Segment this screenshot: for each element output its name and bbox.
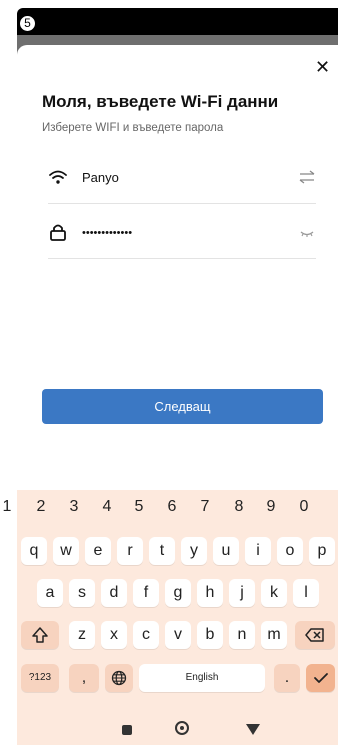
key-l[interactable]: l <box>293 579 319 607</box>
key-m[interactable]: m <box>261 621 287 649</box>
wifi-network-row[interactable]: Panyo <box>48 163 316 204</box>
key-0[interactable]: 0 <box>294 498 314 516</box>
back-square-icon[interactable] <box>122 725 132 735</box>
dialog-subtitle: Изберете WIFI и въведете парола <box>42 122 224 134</box>
eye-hidden-icon[interactable] <box>298 224 316 240</box>
dialog-title: Моля, въведете Wi-Fi данни <box>42 92 279 111</box>
keyboard <box>17 490 338 745</box>
key-v[interactable]: v <box>165 621 191 649</box>
backspace-icon <box>305 628 324 642</box>
period-key[interactable]: . <box>274 664 300 692</box>
comma-key[interactable]: , <box>69 664 99 692</box>
key-e[interactable]: e <box>85 537 111 565</box>
enter-key[interactable] <box>306 664 335 692</box>
globe-icon <box>111 670 127 686</box>
key-9[interactable]: 9 <box>261 498 281 516</box>
key-t[interactable]: t <box>149 537 175 565</box>
key-w[interactable]: w <box>53 537 79 565</box>
wifi-icon <box>49 170 67 184</box>
key-5[interactable]: 5 <box>129 498 149 516</box>
key-q[interactable]: q <box>21 537 47 565</box>
checkmark-icon <box>313 673 328 683</box>
navigation-bar <box>17 715 338 745</box>
key-a[interactable]: a <box>37 579 63 607</box>
key-k[interactable]: k <box>261 579 287 607</box>
swap-icon[interactable] <box>298 169 316 185</box>
key-f[interactable]: f <box>133 579 159 607</box>
key-r[interactable]: r <box>117 537 143 565</box>
key-u[interactable]: u <box>213 537 239 565</box>
key-4[interactable]: 4 <box>97 498 117 516</box>
key-1[interactable]: 1 <box>0 498 17 516</box>
password-value: ••••••••••••• <box>82 227 133 239</box>
status-bar <box>17 8 338 35</box>
space-key[interactable]: English <box>139 664 265 692</box>
symbols-key[interactable]: ?123 <box>21 664 59 692</box>
key-p[interactable]: p <box>309 537 335 565</box>
key-d[interactable]: d <box>101 579 127 607</box>
recent-triangle-icon[interactable] <box>246 724 260 735</box>
key-6[interactable]: 6 <box>162 498 182 516</box>
key-3[interactable]: 3 <box>64 498 84 516</box>
key-y[interactable]: y <box>181 537 207 565</box>
key-j[interactable]: j <box>229 579 255 607</box>
key-z[interactable]: z <box>69 621 95 649</box>
language-key[interactable] <box>105 664 133 692</box>
key-g[interactable]: g <box>165 579 191 607</box>
key-i[interactable]: i <box>245 537 271 565</box>
key-o[interactable]: o <box>277 537 303 565</box>
phone-screen: 5 ✕ Моля, въведете Wi-Fi данни Изберете … <box>0 0 338 745</box>
lock-icon <box>50 224 66 241</box>
password-field[interactable]: ••••••••••••• <box>48 218 316 259</box>
shift-icon <box>32 627 48 643</box>
backspace-key[interactable] <box>295 621 335 649</box>
key-7[interactable]: 7 <box>195 498 215 516</box>
shift-key[interactable] <box>21 621 59 649</box>
step-badge: 5 <box>19 15 36 32</box>
key-8[interactable]: 8 <box>229 498 249 516</box>
close-icon[interactable]: ✕ <box>315 58 330 76</box>
key-b[interactable]: b <box>197 621 223 649</box>
key-h[interactable]: h <box>197 579 223 607</box>
keyboard-number-row: 1 2 3 4 5 6 7 8 9 0 <box>0 498 338 524</box>
key-c[interactable]: c <box>133 621 159 649</box>
wifi-ssid: Panyo <box>82 170 119 185</box>
key-x[interactable]: x <box>101 621 127 649</box>
key-s[interactable]: s <box>69 579 95 607</box>
key-n[interactable]: n <box>229 621 255 649</box>
home-circle-icon[interactable] <box>175 721 189 735</box>
key-2[interactable]: 2 <box>31 498 51 516</box>
next-button[interactable]: Следващ <box>42 389 323 424</box>
